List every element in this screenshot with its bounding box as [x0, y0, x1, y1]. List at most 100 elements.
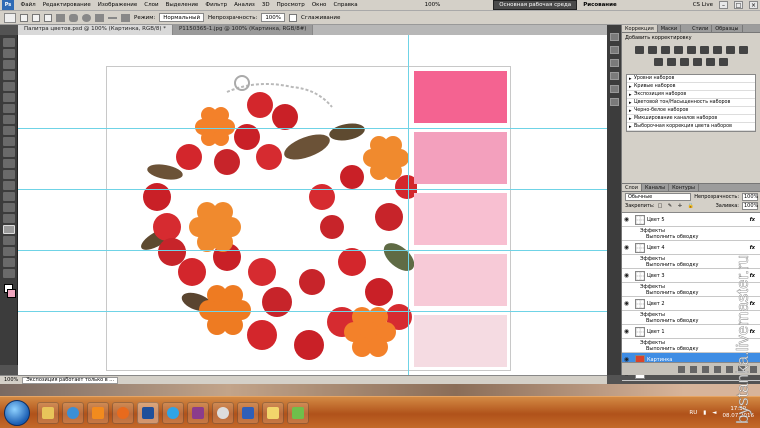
menu-image[interactable]: Изображение	[94, 2, 141, 8]
preset-exposure[interactable]: Экспозиция наборов	[627, 91, 755, 99]
photo-filter-icon[interactable]	[738, 46, 748, 54]
3d-rotate-tool-icon[interactable]	[2, 236, 15, 245]
blend-mode-select[interactable]: Обычные	[625, 192, 692, 201]
lock-icons[interactable]: □ ✎ ✛ 🔒	[658, 203, 696, 209]
history-brush-tool-icon[interactable]	[2, 137, 15, 146]
crop-tool-icon[interactable]	[2, 82, 15, 91]
hue-saturation-icon[interactable]	[699, 46, 709, 54]
rounded-rect-shape-icon[interactable]	[69, 13, 78, 22]
menu-filter[interactable]: Фильтр	[202, 2, 231, 8]
antialias-checkbox[interactable]	[289, 13, 298, 22]
preset-hue-saturation[interactable]: Цветовой тон/Насыщенность наборов	[627, 99, 755, 107]
preset-channel-mixer[interactable]: Микширование каналов наборов	[627, 115, 755, 123]
custom-shape-icon[interactable]	[121, 13, 130, 22]
tab-paths[interactable]: Контуры	[669, 184, 699, 191]
tab-styles[interactable]: Стили	[689, 25, 713, 32]
canvas-area[interactable]	[18, 35, 607, 375]
tab-layers[interactable]: Слои	[622, 184, 642, 191]
exposure-icon[interactable]	[673, 46, 683, 54]
visibility-eye-icon[interactable]: ◉	[622, 244, 631, 251]
close-icon[interactable]: ×	[749, 1, 758, 9]
taskbar-winrar[interactable]	[187, 401, 209, 424]
pen-tool-icon[interactable]	[2, 192, 15, 201]
mode-select[interactable]: Нормальный	[159, 13, 205, 22]
menu-window[interactable]: Окно	[308, 2, 330, 8]
minimize-icon[interactable]: –	[719, 1, 728, 9]
mode-add-icon[interactable]	[32, 13, 40, 22]
dodge-tool-icon[interactable]	[2, 181, 15, 190]
polygon-shape-icon[interactable]	[95, 13, 104, 22]
menu-layers[interactable]: Слои	[141, 2, 162, 8]
menu-analysis[interactable]: Анализ	[231, 2, 259, 8]
link-layers-icon[interactable]	[678, 365, 685, 373]
path-select-tool-icon[interactable]	[2, 214, 15, 223]
info-panel-icon[interactable]	[609, 85, 619, 93]
type-tool-icon[interactable]	[2, 203, 15, 212]
mode-new-icon[interactable]	[20, 13, 28, 22]
hand-tool-icon[interactable]	[2, 258, 15, 267]
background-color-swatch[interactable]	[7, 289, 16, 298]
preset-levels[interactable]: Уровни наборов	[627, 75, 755, 83]
start-button[interactable]	[4, 399, 30, 426]
preset-black-white[interactable]: Черно-белое наборов	[627, 107, 755, 115]
move-tool-icon[interactable]	[2, 38, 15, 47]
visibility-eye-icon[interactable]: ◉	[622, 272, 631, 279]
vibrance-icon[interactable]	[686, 46, 696, 54]
status-message[interactable]: Экспозиция работает только в ...	[22, 376, 119, 384]
taskbar-media[interactable]	[87, 401, 109, 424]
zoom-level[interactable]: 100%	[421, 2, 444, 8]
add-mask-icon[interactable]	[702, 365, 709, 373]
ellipse-shape-icon[interactable]	[82, 13, 91, 22]
menu-file[interactable]: Файл	[17, 2, 39, 8]
shape-tool-icon[interactable]	[2, 225, 15, 234]
tool-preset-picker[interactable]	[4, 12, 16, 23]
eyedropper-tool-icon[interactable]	[2, 93, 15, 102]
layer-style-icon[interactable]	[690, 365, 697, 373]
language-indicator[interactable]: RU	[689, 410, 697, 416]
taskbar-firefox[interactable]	[112, 401, 134, 424]
quick-select-tool-icon[interactable]	[2, 71, 15, 80]
threshold-icon[interactable]	[693, 58, 702, 66]
channel-mixer-icon[interactable]	[654, 58, 663, 66]
menu-3d[interactable]: 3D	[258, 2, 273, 8]
taskbar-explorer[interactable]	[37, 401, 59, 424]
menu-select[interactable]: Выделение	[162, 2, 202, 8]
preset-curves[interactable]: Кривые наборов	[627, 83, 755, 91]
marquee-tool-icon[interactable]	[2, 49, 15, 58]
volume-icon[interactable]: ◄	[712, 410, 716, 416]
taskbar-word[interactable]	[237, 401, 259, 424]
line-shape-icon[interactable]	[108, 16, 117, 19]
visibility-eye-icon[interactable]: ◉	[622, 216, 631, 223]
levels-icon[interactable]	[647, 46, 657, 54]
workspace-button[interactable]: Основная рабочая среда	[493, 0, 578, 10]
taskbar-mail[interactable]	[262, 401, 284, 424]
taskbar-viewer[interactable]	[287, 401, 309, 424]
visibility-eye-icon[interactable]: ◉	[622, 300, 631, 307]
taskbar-skype[interactable]	[162, 401, 184, 424]
3d-orbit-tool-icon[interactable]	[2, 247, 15, 256]
color-balance-icon[interactable]	[712, 46, 722, 54]
curves-icon[interactable]	[660, 46, 670, 54]
menu-view[interactable]: Просмотр	[273, 2, 308, 8]
posterize-icon[interactable]	[680, 58, 689, 66]
maximize-icon[interactable]: □	[734, 1, 743, 9]
lasso-tool-icon[interactable]	[2, 60, 15, 69]
tab-swatches[interactable]: Образцы	[712, 25, 743, 32]
tab-masks[interactable]: Маски	[658, 25, 682, 32]
brush-tool-icon[interactable]	[2, 115, 15, 124]
brushes-panel-icon[interactable]	[609, 59, 619, 67]
tab-adjustments[interactable]: Коррекция	[622, 25, 658, 32]
taskbar-app[interactable]	[212, 401, 234, 424]
preset-selective-color[interactable]: Выборочная коррекция цвета наборов	[627, 123, 755, 131]
history-panel-icon[interactable]	[609, 33, 619, 41]
brightness-icon[interactable]	[634, 46, 644, 54]
network-icon[interactable]: ▮	[703, 410, 706, 416]
selective-color-icon[interactable]	[719, 58, 728, 66]
rectangle-shape-icon[interactable]	[56, 13, 65, 22]
taskbar-photoshop[interactable]	[137, 401, 159, 424]
status-zoom[interactable]: 100%	[4, 377, 18, 383]
healing-tool-icon[interactable]	[2, 104, 15, 113]
black-white-icon[interactable]	[725, 46, 735, 54]
stamp-tool-icon[interactable]	[2, 126, 15, 135]
invert-icon[interactable]	[667, 58, 676, 66]
